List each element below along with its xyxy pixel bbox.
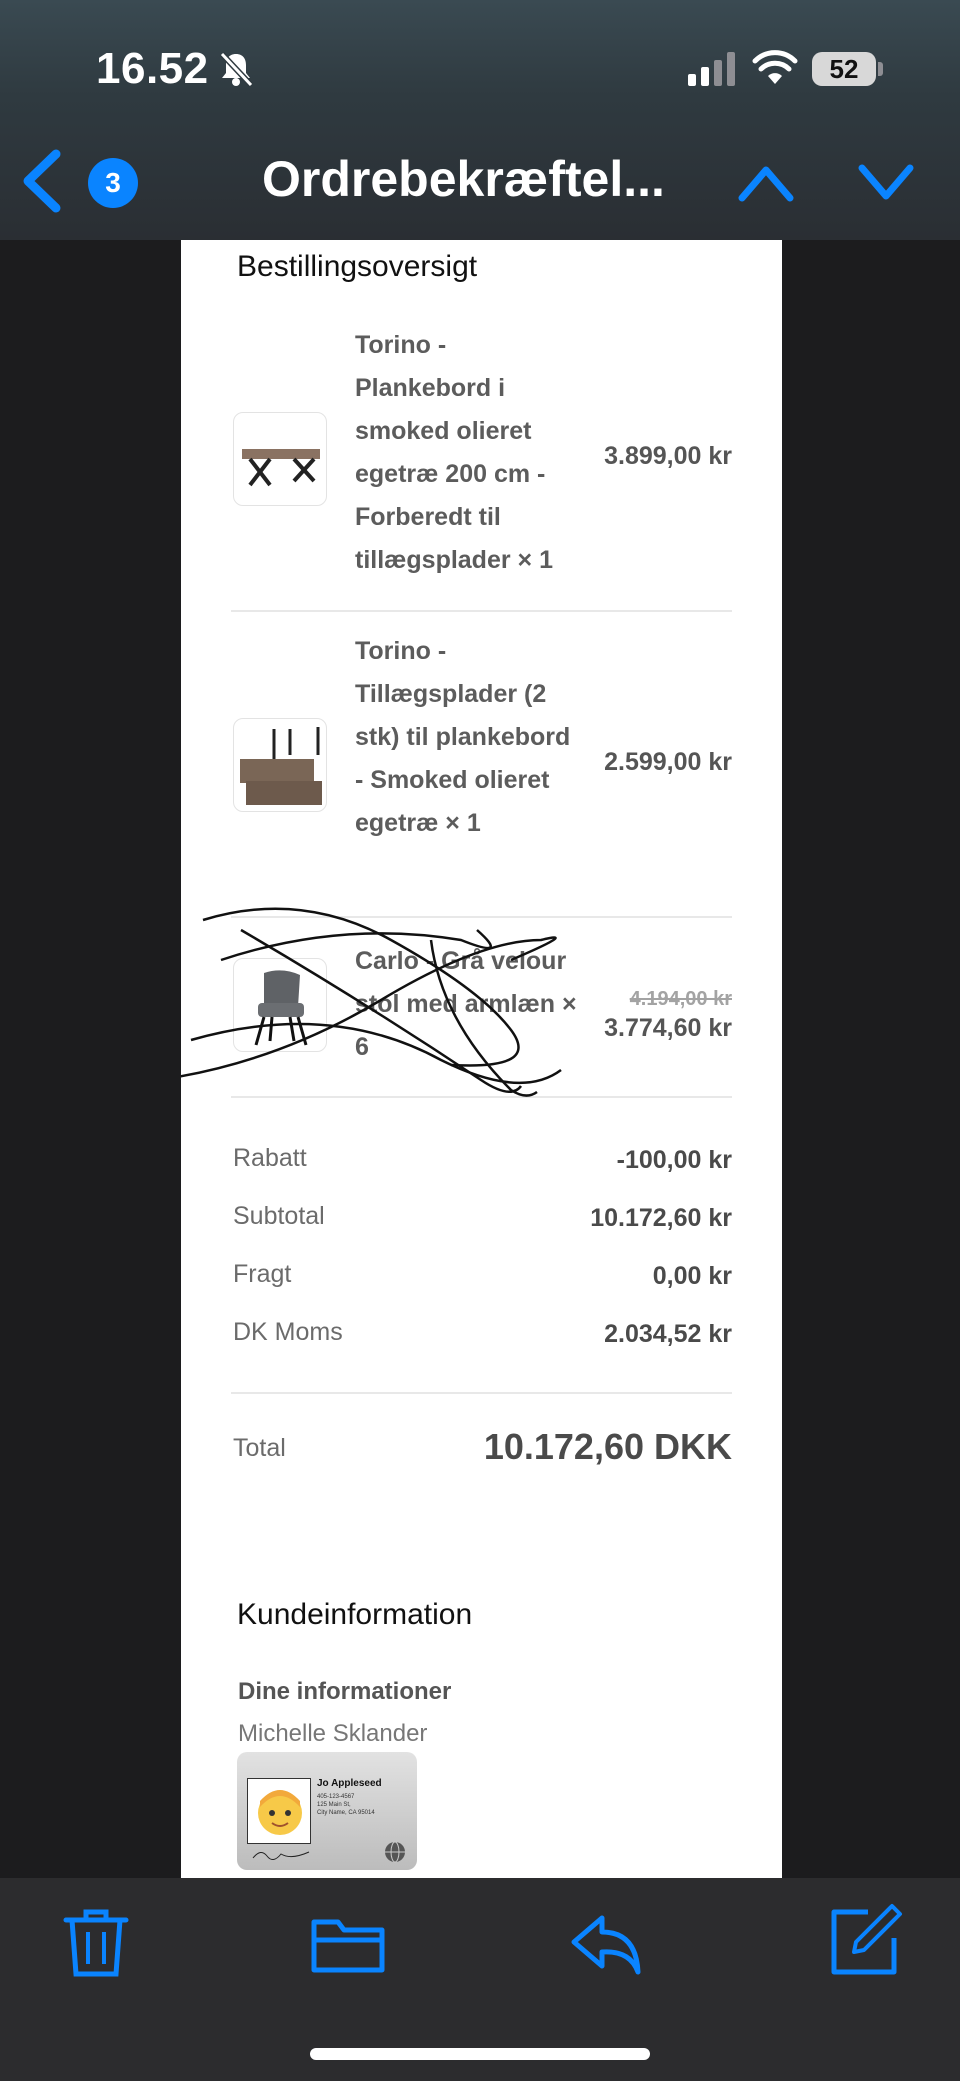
battery-tip <box>878 62 883 76</box>
chevron-down-icon[interactable] <box>856 160 916 204</box>
card-name: Jo Appleseed <box>317 1778 382 1789</box>
order-item: Torino - Plankebord i smoked olieret ege… <box>231 324 732 594</box>
item-price: 2.599,00 kr <box>604 748 732 776</box>
summary-value: -100,00 kr <box>616 1146 732 1174</box>
total-label: Total <box>233 1434 286 1462</box>
signature-icon <box>252 1851 310 1860</box>
divider <box>231 916 732 918</box>
item-name: Carlo - Grå velour stol med armlæn × 6 <box>355 947 577 1061</box>
divider <box>231 1096 732 1098</box>
card-phone: 405-123-4567 <box>317 1794 355 1800</box>
card-street: 125 Main St, <box>317 1802 351 1808</box>
order-summary-heading: Bestillingsoversigt <box>237 250 478 283</box>
reply-icon[interactable] <box>566 1902 646 1982</box>
summary-label: Subtotal <box>233 1202 325 1230</box>
chair-icon <box>233 958 327 1052</box>
contact-card[interactable]: Jo Appleseed 405-123-4567 125 Main St, C… <box>237 1752 417 1870</box>
table-icon <box>233 412 327 506</box>
bell-slash-icon <box>219 51 254 88</box>
divider <box>231 1392 732 1394</box>
order-item: Carlo - Grå velour stol med armlæn × 6 4… <box>231 940 732 1080</box>
summary-label: Rabatt <box>233 1144 307 1172</box>
unread-count-badge[interactable]: 3 <box>88 158 138 208</box>
wifi-icon <box>752 50 798 84</box>
back-chevron-icon[interactable] <box>18 146 66 216</box>
item-name: Torino - Plankebord i smoked olieret ege… <box>355 331 553 574</box>
summary-label: Fragt <box>233 1260 292 1288</box>
summary-value: 2.034,52 kr <box>604 1320 732 1348</box>
chevron-up-icon[interactable] <box>736 160 796 204</box>
item-old-price: 4.194,00 kr <box>629 988 732 1010</box>
folder-icon[interactable] <box>308 1902 388 1982</box>
total-value: 10.172,60 DKK <box>483 1426 732 1467</box>
summary-value: 10.172,60 kr <box>590 1204 732 1232</box>
divider <box>231 610 732 612</box>
item-price: 3.774,60 kr <box>604 1014 732 1042</box>
contact-avatar <box>247 1778 311 1844</box>
home-indicator <box>310 2048 650 2060</box>
email-body[interactable]: Bestillingsoversigt Torino - Plankebord … <box>181 240 782 1878</box>
status-time: 16.52 <box>96 44 209 93</box>
card-city: City Name, CA 95014 <box>317 1810 375 1816</box>
item-name: Torino - Tillægsplader (2 stk) til plank… <box>355 637 571 837</box>
summary-label: DK Moms <box>233 1318 343 1346</box>
cellular-signal-icon <box>688 52 735 86</box>
nav-title: Ordrebekræftel... <box>262 151 665 207</box>
compose-icon[interactable] <box>824 1902 904 1982</box>
boards-icon <box>233 718 327 812</box>
order-item: Torino - Tillægsplader (2 stk) til plank… <box>231 630 732 900</box>
customer-name: Michelle Sklander <box>238 1720 428 1747</box>
customer-info-heading: Kundeinformation <box>237 1598 473 1631</box>
your-info-label: Dine informationer <box>238 1678 452 1705</box>
trash-icon[interactable] <box>56 1902 136 1982</box>
summary-value: 0,00 kr <box>652 1262 732 1290</box>
globe-icon <box>385 1841 405 1863</box>
battery-indicator: 52 <box>812 52 876 86</box>
item-price: 3.899,00 kr <box>604 442 732 470</box>
